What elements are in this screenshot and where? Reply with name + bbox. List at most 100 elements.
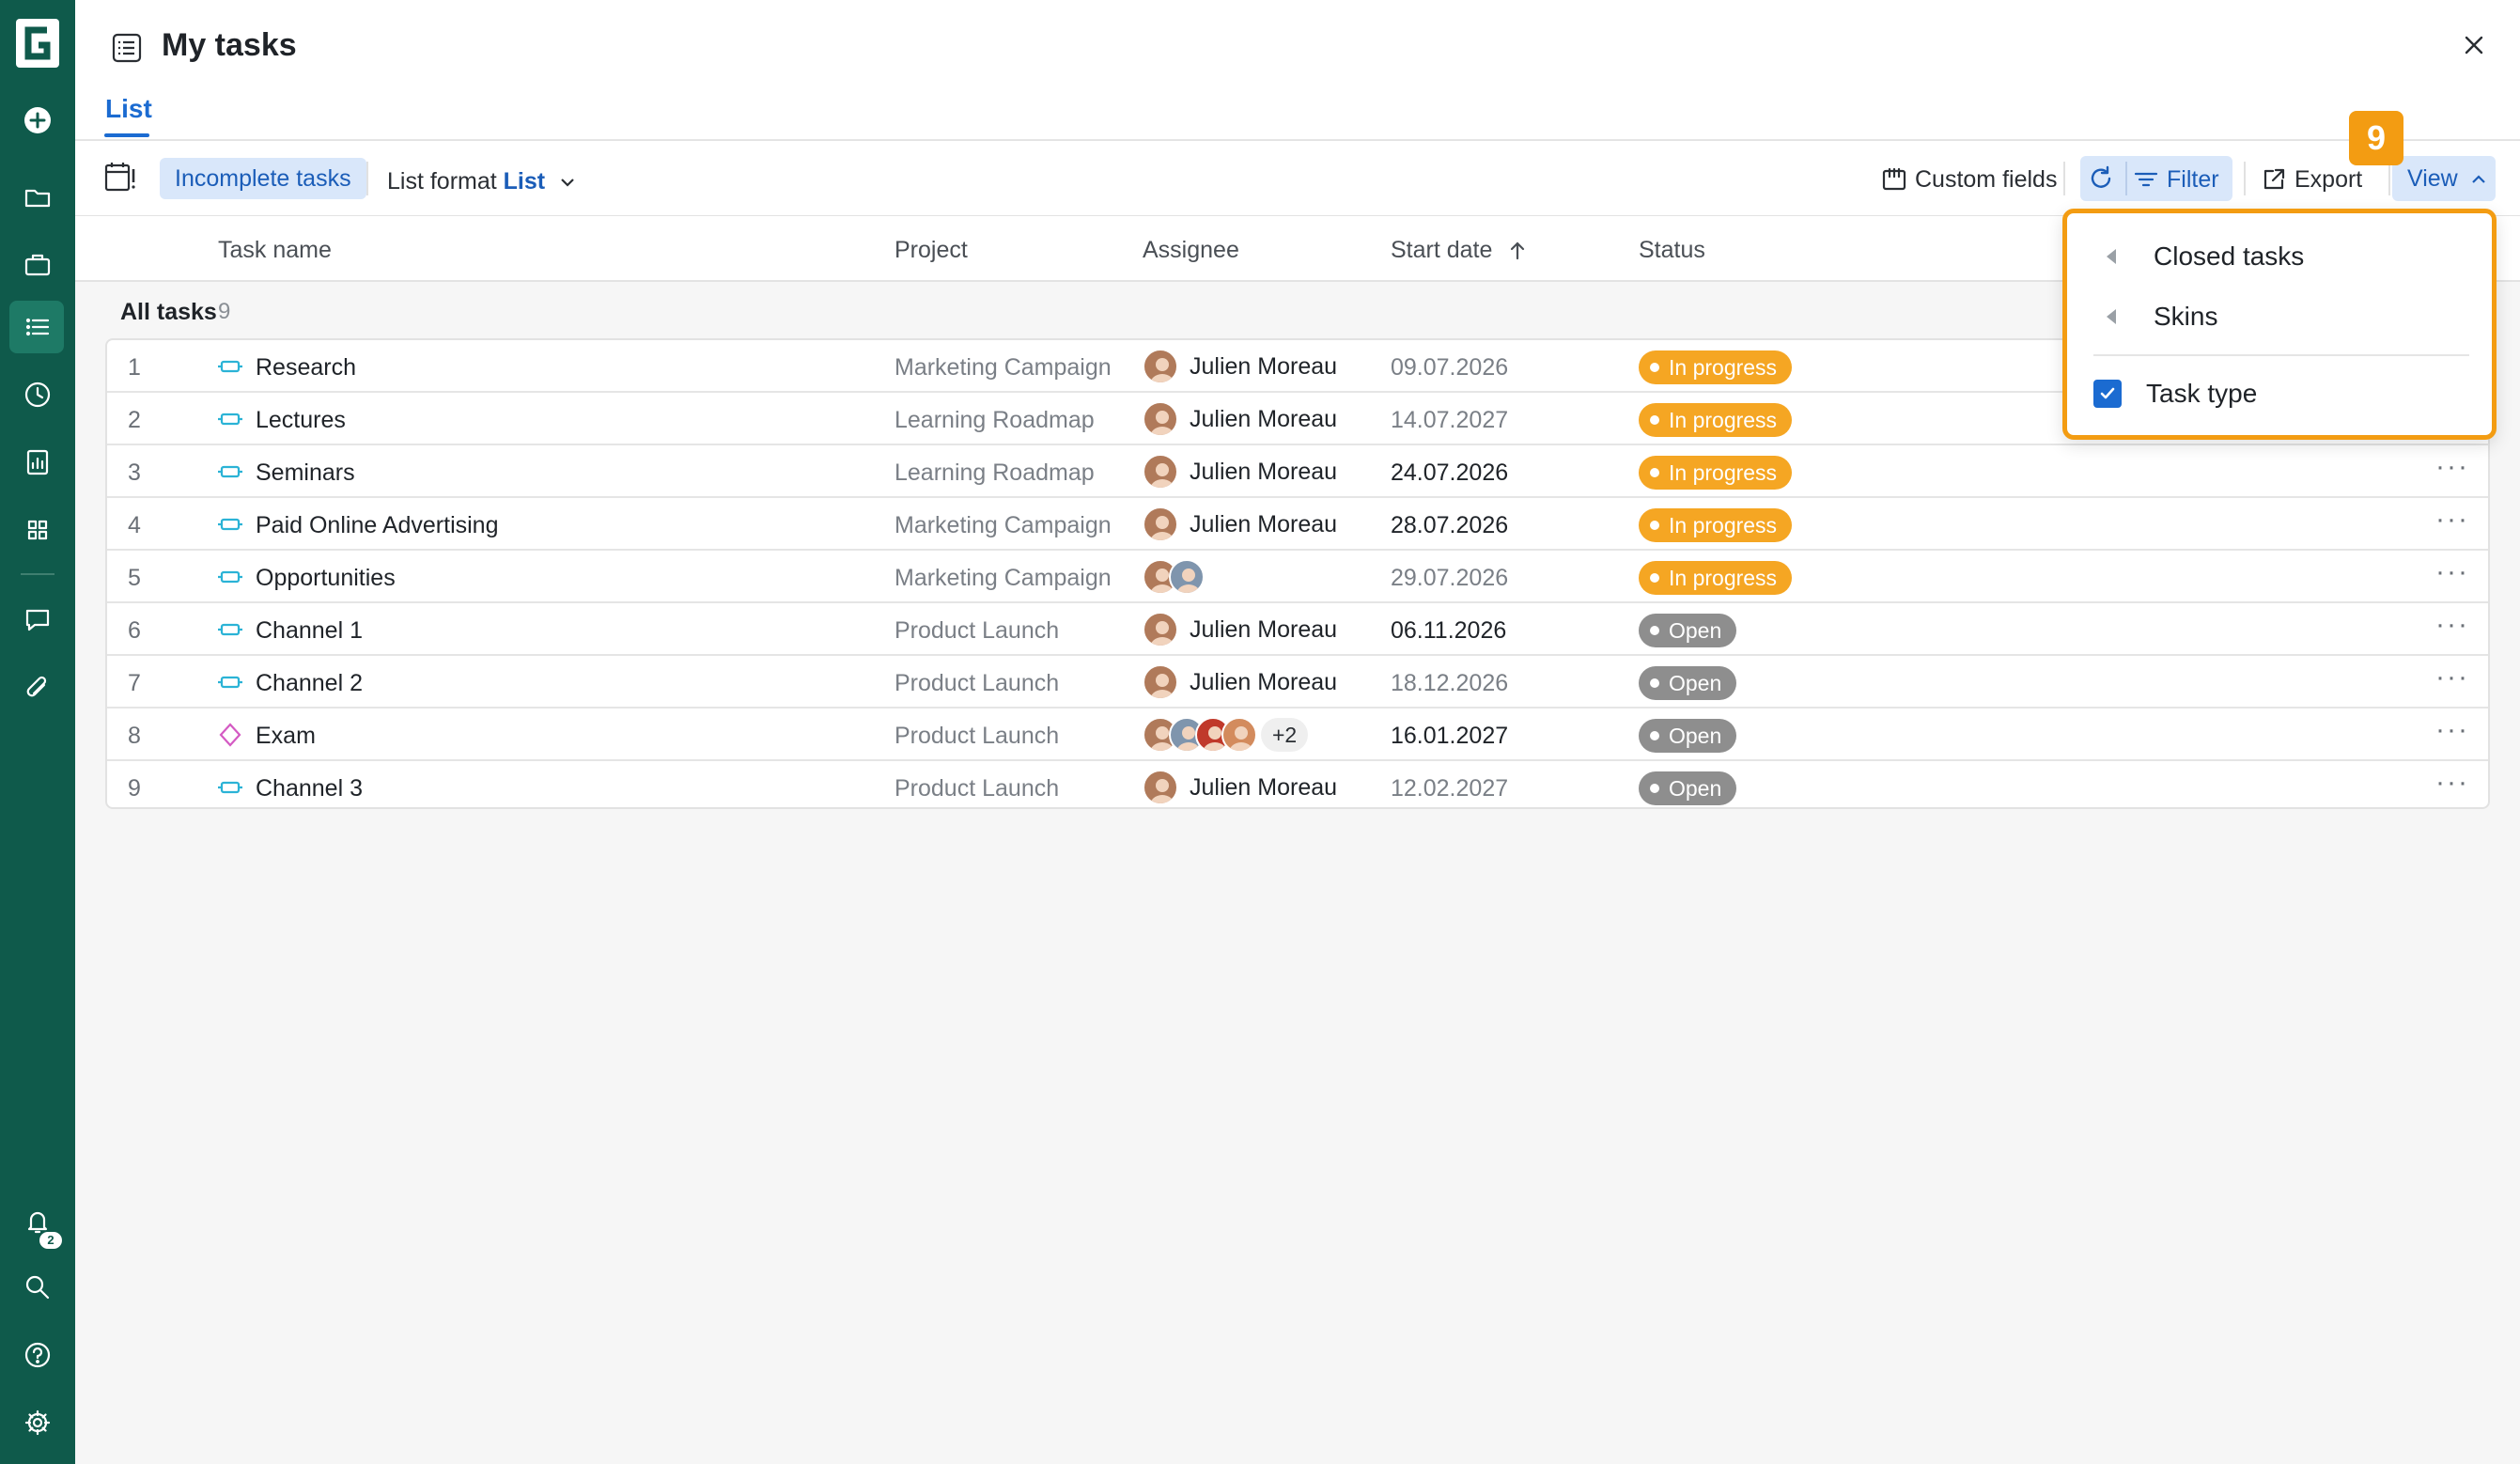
assignee-cell[interactable]: +2 [1143,716,1309,754]
group-label[interactable]: All tasks [120,299,217,326]
refresh-icon[interactable] [2086,164,2116,194]
view-button[interactable]: View [2392,156,2496,201]
export-button[interactable]: Export [2261,162,2362,197]
filter-button[interactable]: Filter [2133,162,2219,197]
create-button[interactable] [19,101,56,139]
more-options-icon[interactable]: ··· [2435,504,2469,536]
task-name[interactable]: Research [256,354,356,382]
project-name[interactable]: Marketing Campaign [894,512,1112,539]
status-badge[interactable]: In progress [1639,350,1793,384]
more-options-icon[interactable]: ··· [2435,767,2469,799]
assignee-cell[interactable]: Julien Moreau [1143,348,1337,385]
avatar[interactable] [1143,454,1178,490]
start-date[interactable]: 12.02.2027 [1391,775,1508,802]
status-badge[interactable]: Open [1639,666,1737,700]
project-name[interactable]: Product Launch [894,617,1059,645]
task-name[interactable]: Channel 3 [256,775,363,802]
task-name[interactable]: Seminars [256,459,355,487]
project-name[interactable]: Product Launch [894,670,1059,697]
status-badge[interactable]: Open [1639,771,1737,805]
custom-fields-button[interactable]: Custom fields [1881,162,2057,197]
status-badge[interactable]: In progress [1639,561,1793,595]
sidebar-item-apps[interactable] [19,511,56,549]
assignee-cell[interactable]: Julien Moreau [1143,611,1337,648]
settings-button[interactable] [19,1404,56,1441]
sidebar-item-time[interactable] [19,376,56,413]
sidebar-item-reports[interactable] [19,444,56,481]
more-options-icon[interactable]: ··· [2435,662,2469,693]
assignee-cell[interactable] [1143,558,1205,596]
column-start-date[interactable]: Start date [1391,237,1529,264]
incomplete-tasks-filter[interactable]: Incomplete tasks [160,158,366,199]
menu-item-task-type[interactable]: Task type [2093,369,2469,418]
assignee-cell[interactable]: Julien Moreau [1143,400,1337,438]
status-badge[interactable]: Open [1639,614,1737,647]
sidebar-item-attachments[interactable] [19,669,56,707]
start-date[interactable]: 09.07.2026 [1391,354,1508,382]
app-logo-icon[interactable] [16,19,59,68]
start-date[interactable]: 14.07.2027 [1391,407,1508,434]
status-badge[interactable]: Open [1639,719,1737,753]
column-project[interactable]: Project [894,237,968,264]
column-task-name[interactable]: Task name [218,237,332,264]
more-options-icon[interactable]: ··· [2435,714,2469,746]
task-name[interactable]: Paid Online Advertising [256,512,498,539]
search-button[interactable] [19,1269,56,1306]
avatar[interactable] [1143,612,1178,647]
column-assignee[interactable]: Assignee [1143,237,1239,264]
start-date[interactable]: 18.12.2026 [1391,670,1508,697]
start-date[interactable]: 06.11.2026 [1391,617,1506,645]
calendar-alert-icon[interactable] [103,160,137,194]
project-name[interactable]: Product Launch [894,723,1059,750]
menu-item-skins[interactable]: Skins [2093,292,2469,341]
table-row[interactable]: 6 Channel 1 Product Launch Julien Moreau 06.… [107,603,2488,656]
table-row[interactable]: 8 Exam Product Launch +2 16.01.2027 Open ··· [107,709,2488,761]
task-name[interactable]: Exam [256,723,316,750]
task-name[interactable]: Channel 1 [256,617,363,645]
sidebar-item-messages[interactable] [19,601,56,639]
avatar[interactable] [1143,401,1178,437]
list-format-dropdown[interactable]: List format List [387,168,578,195]
avatar[interactable] [1143,770,1178,805]
project-name[interactable]: Marketing Campaign [894,565,1112,592]
more-assignees-count[interactable]: +2 [1261,718,1309,752]
task-name[interactable]: Opportunities [256,565,396,592]
assignee-cell[interactable]: Julien Moreau [1143,663,1337,701]
more-options-icon[interactable]: ··· [2435,451,2469,483]
project-name[interactable]: Learning Roadmap [894,407,1095,434]
table-row[interactable]: 7 Channel 2 Product Launch Julien Moreau 18.… [107,656,2488,709]
avatar[interactable] [1169,559,1205,595]
help-button[interactable] [19,1336,56,1374]
column-status[interactable]: Status [1639,237,1705,264]
avatar[interactable] [1143,664,1178,700]
assignee-cell[interactable]: Julien Moreau [1143,769,1337,806]
tab-list[interactable]: List [105,94,152,124]
table-row[interactable]: 5 Opportunities Marketing Campaign 29.07.20… [107,551,2488,603]
status-badge[interactable]: In progress [1639,456,1793,490]
task-name[interactable]: Lectures [256,407,346,434]
project-name[interactable]: Learning Roadmap [894,459,1095,487]
status-badge[interactable]: In progress [1639,508,1793,542]
more-options-icon[interactable]: ··· [2435,556,2469,588]
task-type-checkbox[interactable] [2093,380,2122,408]
project-name[interactable]: Marketing Campaign [894,354,1112,382]
start-date[interactable]: 28.07.2026 [1391,512,1508,539]
start-date[interactable]: 29.07.2026 [1391,565,1508,592]
start-date[interactable]: 24.07.2026 [1391,459,1508,487]
avatar[interactable] [1221,717,1257,753]
start-date[interactable]: 16.01.2027 [1391,723,1508,750]
close-icon[interactable] [2457,28,2491,62]
assignee-cell[interactable]: Julien Moreau [1143,506,1337,543]
avatar[interactable] [1143,349,1178,384]
sidebar-item-portfolio[interactable] [19,246,56,284]
table-row[interactable]: 3 Seminars Learning Roadmap Julien Moreau 24… [107,445,2488,498]
status-badge[interactable]: In progress [1639,403,1793,437]
table-row[interactable]: 9 Channel 3 Product Launch Julien Moreau 12.… [107,761,2488,807]
table-row[interactable]: 4 Paid Online Advertising Marketing Campai… [107,498,2488,551]
assignee-cell[interactable]: Julien Moreau [1143,453,1337,491]
avatar[interactable] [1143,506,1178,542]
task-name[interactable]: Channel 2 [256,670,363,697]
project-name[interactable]: Product Launch [894,775,1059,802]
sidebar-item-my-tasks[interactable] [19,308,56,346]
more-options-icon[interactable]: ··· [2435,609,2469,641]
